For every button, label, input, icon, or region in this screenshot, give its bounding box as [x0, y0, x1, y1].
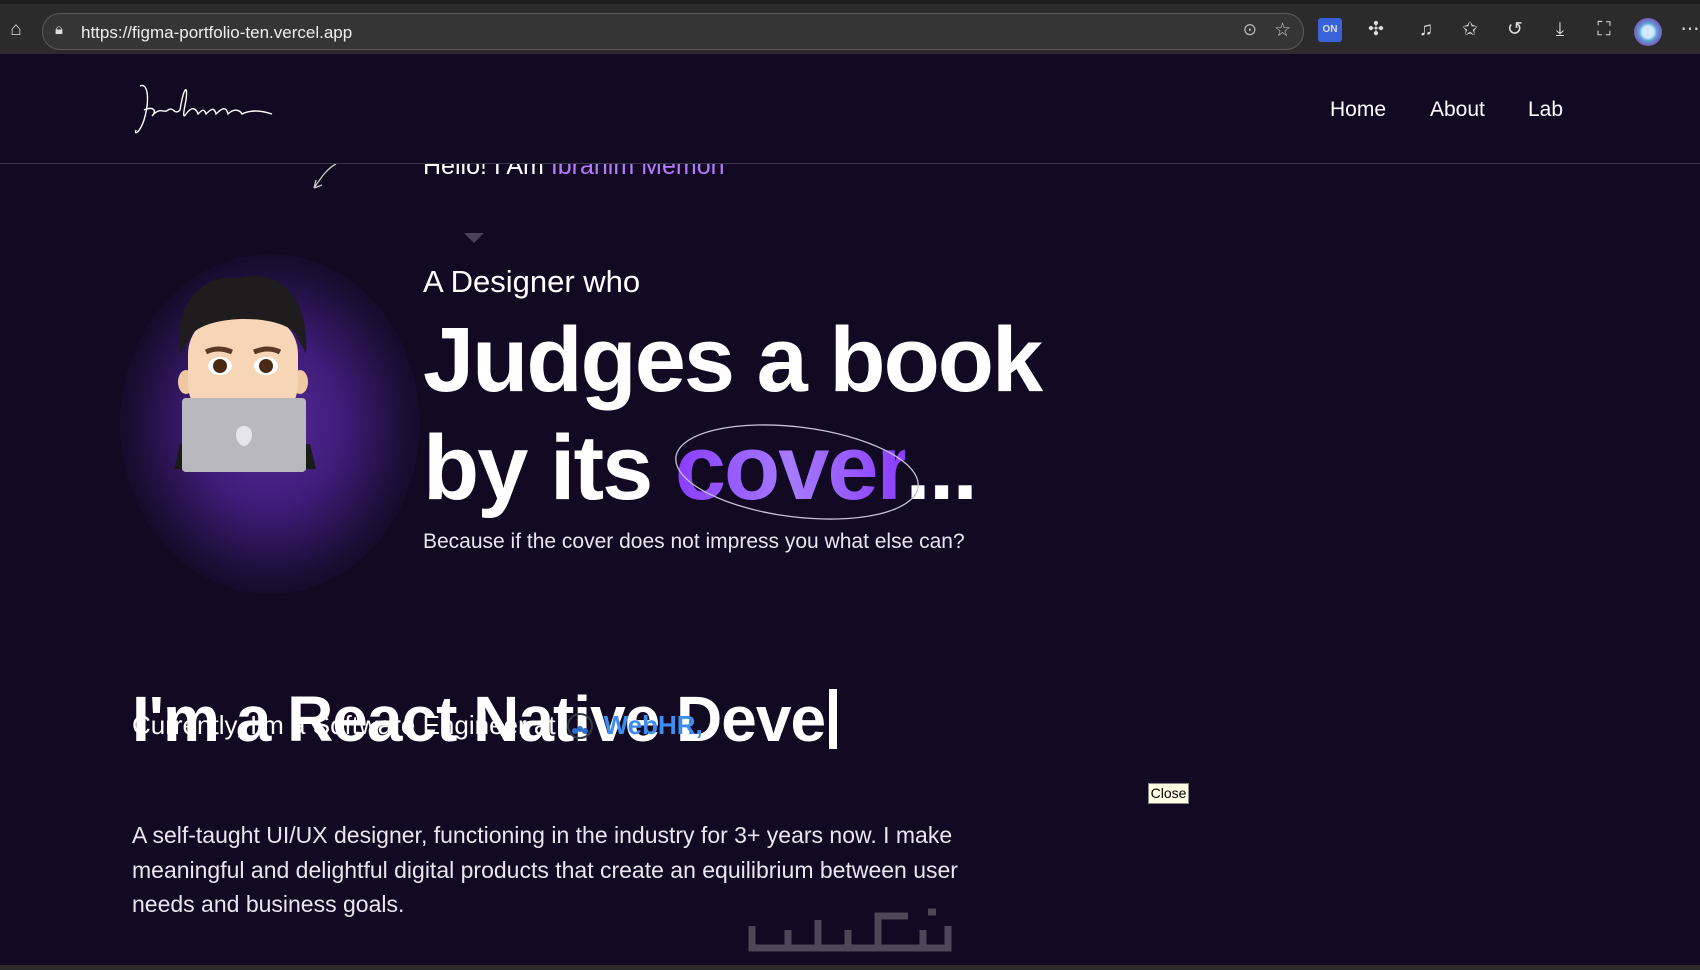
- nav-about[interactable]: About: [1430, 98, 1485, 122]
- designer-tagline: A Designer who: [423, 264, 641, 299]
- typing-caret: [829, 689, 838, 749]
- company-link[interactable]: WebHR,: [604, 710, 703, 741]
- profile-avatar[interactable]: [1634, 18, 1662, 46]
- nav-lab[interactable]: Lab: [1528, 98, 1563, 122]
- page: Home About Lab Hello! I Am Ibrahim Memon…: [0, 54, 1700, 965]
- favorite-star-icon[interactable]: ☆: [1274, 19, 1291, 42]
- lock-icon[interactable]: 🔒︎: [55, 21, 63, 38]
- url-text[interactable]: https://figma-portfolio-ten.vercel.app: [81, 23, 352, 43]
- media-icon[interactable]: ♫: [1414, 18, 1438, 42]
- highlight-ellipse: [675, 424, 919, 520]
- headline-prefix: by its: [423, 417, 675, 519]
- nav-home[interactable]: Home: [1330, 98, 1386, 122]
- headline-line-1: Judges a book: [423, 309, 1043, 411]
- downloads-icon[interactable]: ⤓: [1548, 18, 1572, 42]
- arrow-icon: [313, 163, 337, 189]
- screenshot-icon[interactable]: ⛶: [1592, 18, 1616, 42]
- triangle-icon: [464, 233, 484, 243]
- favorites-icon[interactable]: ✩: [1458, 18, 1482, 42]
- hero-subtitle: Because if the cover does not impress yo…: [423, 530, 965, 553]
- home-icon[interactable]: ⌂: [4, 18, 28, 42]
- watermark-logo: [748, 908, 952, 952]
- address-bar[interactable]: 🔒︎ https://figma-portfolio-ten.vercel.ap…: [42, 13, 1304, 50]
- more-icon[interactable]: ⊙: [1243, 20, 1257, 40]
- browser-toolbar: ⌂ 🔒︎ https://figma-portfolio-ten.vercel.…: [0, 0, 1700, 54]
- current-position: Currently, I'm a Software Engineer at We…: [132, 710, 703, 741]
- avatar-illustration: [174, 275, 316, 472]
- extension-on-icon[interactable]: ON: [1318, 18, 1342, 42]
- extensions-icon[interactable]: ✣: [1364, 18, 1388, 42]
- signature-logo[interactable]: [130, 80, 300, 140]
- current-prefix: Currently, I'm a Software Engineer at: [132, 710, 556, 740]
- close-button[interactable]: Close: [1148, 783, 1189, 804]
- history-icon[interactable]: ↺: [1503, 18, 1527, 42]
- site-header: Home About Lab: [0, 54, 1700, 164]
- window-bottom-edge: [0, 965, 1700, 970]
- webhr-logo-icon: [566, 712, 593, 739]
- menu-icon[interactable]: ⋯: [1678, 18, 1700, 42]
